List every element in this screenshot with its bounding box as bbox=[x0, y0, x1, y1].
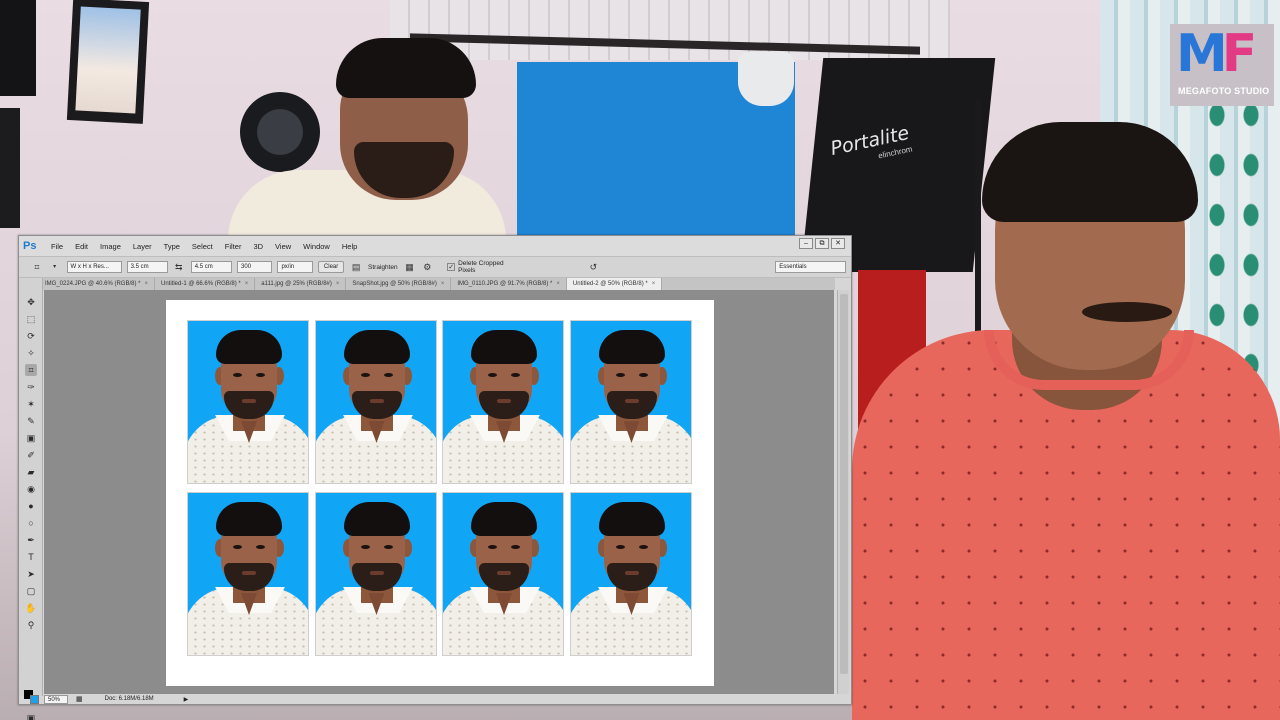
restore-button[interactable]: ⧉ bbox=[815, 238, 829, 249]
menu-help[interactable]: Help bbox=[336, 242, 363, 251]
width-field[interactable]: 3.5 cm bbox=[126, 261, 168, 273]
delete-cropped-label[interactable]: Delete Cropped Pixels bbox=[458, 260, 521, 274]
background-color-swatch[interactable] bbox=[30, 695, 39, 704]
healing-tool-icon[interactable]: ✶ bbox=[25, 398, 37, 410]
tab-img-0110[interactable]: IMG_0110.JPG @ 91.7% (RGB/8) * × bbox=[451, 278, 567, 290]
tab-a111[interactable]: a111.jpg @ 25% (RGB/8#) × bbox=[255, 278, 347, 290]
eyedropper-tool-icon[interactable]: ✑ bbox=[25, 381, 37, 393]
passport-photo bbox=[314, 492, 437, 656]
straighten-label[interactable]: Straighten bbox=[368, 264, 398, 271]
passport-photo bbox=[442, 492, 564, 656]
passport-photo bbox=[569, 320, 692, 484]
menu-filter[interactable]: Filter bbox=[219, 242, 248, 251]
wall-frame-edge-lower bbox=[0, 108, 20, 228]
photoshop-logo: Ps bbox=[23, 240, 37, 252]
eraser-tool-icon[interactable]: ▰ bbox=[25, 466, 37, 478]
doc-size: Doc: 6.18M/6.18M bbox=[104, 696, 154, 702]
zoom-field[interactable]: 50% bbox=[44, 694, 68, 704]
clear-button[interactable]: Clear bbox=[317, 261, 345, 273]
history-brush-icon[interactable]: ✐ bbox=[25, 449, 37, 461]
tab-img-0224[interactable]: IMG_0224.JPG @ 40.6% (RGB/8) * × bbox=[39, 278, 155, 290]
scrollbar-thumb[interactable] bbox=[840, 294, 848, 674]
height-field[interactable]: 4.5 cm bbox=[190, 261, 233, 273]
move-tool-icon[interactable]: ✥ bbox=[25, 296, 37, 308]
passport-photo bbox=[569, 492, 692, 656]
options-bar: ⌗ ▾ W x H x Res... 3.5 cm ⇆ 4.5 cm 300 p… bbox=[19, 256, 851, 278]
menu-select[interactable]: Select bbox=[186, 242, 219, 251]
document-tabs: IMG_0224.JPG @ 40.6% (RGB/8) * × Untitled… bbox=[39, 278, 835, 290]
menu-view[interactable]: View bbox=[269, 242, 297, 251]
workspace-select[interactable]: Essentials bbox=[775, 261, 847, 273]
marquee-tool-icon[interactable]: ⬚ bbox=[25, 313, 37, 325]
straighten-icon[interactable]: ▤ bbox=[350, 261, 362, 273]
close-icon[interactable]: × bbox=[144, 281, 148, 287]
presenter bbox=[320, 38, 488, 200]
menu-type[interactable]: Type bbox=[158, 242, 186, 251]
crop-preset-select[interactable]: W x H x Res... bbox=[66, 261, 122, 273]
reset-icon[interactable]: ↺ bbox=[588, 261, 600, 273]
checkbox-checked-icon[interactable]: ✓ bbox=[447, 263, 456, 271]
menu-edit[interactable]: Edit bbox=[69, 242, 94, 251]
document-canvas[interactable] bbox=[166, 300, 714, 686]
photoshop-window: Ps File Edit Image Layer Type Select Fil… bbox=[18, 235, 852, 720]
studio-light bbox=[240, 92, 320, 172]
lasso-tool-icon[interactable]: ⟳ bbox=[25, 330, 37, 342]
wall-photo-frame bbox=[66, 0, 150, 124]
blur-tool-icon[interactable]: ● bbox=[25, 500, 37, 512]
crop-tool-icon[interactable]: ⌗ bbox=[31, 261, 43, 273]
close-icon[interactable]: × bbox=[441, 281, 445, 287]
vertical-scrollbar[interactable] bbox=[837, 290, 849, 694]
grid-overlay-icon[interactable]: ▦ bbox=[404, 261, 416, 273]
tab-untitled-2[interactable]: Untitled-2 @ 50% (RGB/8) * × bbox=[566, 278, 663, 290]
resolution-field[interactable]: 300 bbox=[237, 261, 273, 273]
person-mustache bbox=[1082, 302, 1172, 322]
menu-image[interactable]: Image bbox=[94, 242, 127, 251]
dodge-tool-icon[interactable]: ○ bbox=[25, 517, 37, 529]
window-controls: – ⧉ ✕ bbox=[799, 238, 845, 249]
logo-caption: MEGAFOTO STUDIO bbox=[1178, 86, 1270, 96]
close-button[interactable]: ✕ bbox=[831, 238, 845, 249]
close-icon[interactable]: × bbox=[652, 281, 656, 287]
shape-tool-icon[interactable]: ▢ bbox=[25, 585, 37, 597]
hand-tool-icon[interactable]: ✋ bbox=[25, 602, 37, 614]
menu-3d[interactable]: 3D bbox=[247, 242, 269, 251]
passport-photo bbox=[187, 320, 309, 484]
close-icon[interactable]: × bbox=[245, 281, 249, 287]
menu-bar: Ps File Edit Image Layer Type Select Fil… bbox=[19, 236, 851, 256]
passport-photo bbox=[187, 492, 309, 656]
type-tool-icon[interactable]: T bbox=[25, 551, 37, 563]
gear-icon[interactable]: ⚙ bbox=[421, 261, 433, 273]
crop-tool-icon[interactable]: ⌗ bbox=[25, 364, 37, 376]
quick-select-tool-icon[interactable]: ✧ bbox=[25, 347, 37, 359]
resolution-unit-select[interactable]: px/in bbox=[277, 261, 313, 273]
path-select-icon[interactable]: ➤ bbox=[25, 568, 37, 580]
menu-layer[interactable]: Layer bbox=[127, 242, 158, 251]
tab-snapshot[interactable]: SnapShot.jpg @ 50% (RGB/8#) × bbox=[346, 278, 452, 290]
quick-mask-icon[interactable]: ▣ bbox=[25, 712, 37, 720]
person-hair bbox=[982, 122, 1198, 222]
studio-logo: MF MEGAFOTO STUDIO bbox=[1170, 24, 1274, 106]
zoom-tool-icon[interactable]: ⚲ bbox=[25, 619, 37, 631]
swap-icon[interactable]: ⇆ bbox=[173, 261, 185, 273]
studio-lamp bbox=[738, 52, 794, 106]
close-icon[interactable]: × bbox=[556, 281, 560, 287]
stamp-tool-icon[interactable]: ▣ bbox=[25, 432, 37, 444]
menu-file[interactable]: File bbox=[45, 242, 69, 251]
minimize-button[interactable]: – bbox=[799, 238, 813, 249]
pen-tool-icon[interactable]: ✒ bbox=[25, 534, 37, 546]
status-bar: 50% ▦ Doc: 6.18M/6.18M ▶ bbox=[44, 694, 834, 704]
wall-frame-edge bbox=[0, 0, 36, 96]
close-icon[interactable]: × bbox=[336, 281, 340, 287]
tab-untitled-1[interactable]: Untitled-1 @ 66.6% (RGB/8) * × bbox=[155, 278, 256, 290]
menu-window[interactable]: Window bbox=[297, 242, 336, 251]
passport-photo bbox=[442, 320, 564, 484]
status-icon: ▦ bbox=[76, 696, 83, 703]
chevron-down-icon[interactable]: ▾ bbox=[49, 261, 61, 273]
status-menu-arrow[interactable]: ▶ bbox=[184, 696, 189, 703]
passport-photo bbox=[314, 320, 437, 484]
bucket-tool-icon[interactable]: ◉ bbox=[25, 483, 37, 495]
brush-tool-icon[interactable]: ✎ bbox=[25, 415, 37, 427]
toolbox: ✥ ⬚ ⟳ ✧ ⌗ ✑ ✶ ✎ ▣ ✐ ▰ ◉ ● ○ ✒ T ➤ ▢ ✋ ⚲ … bbox=[19, 278, 43, 720]
